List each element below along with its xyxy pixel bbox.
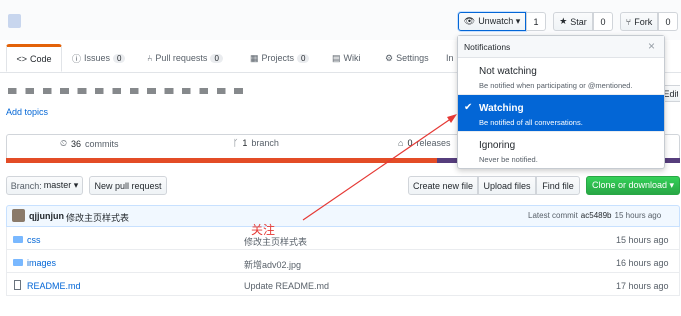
- annotation-arrow: [302, 114, 457, 221]
- annotation-label: 关注: [251, 223, 276, 237]
